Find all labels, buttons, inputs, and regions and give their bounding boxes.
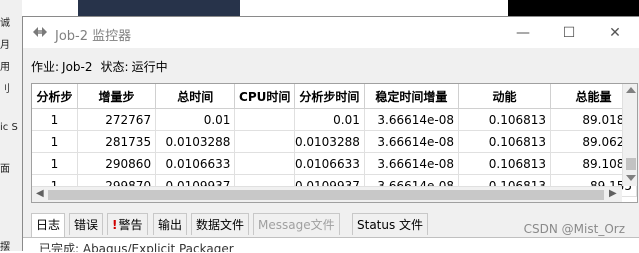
table-cell: 0.0103288	[155, 130, 236, 153]
tab-label: 输出	[158, 218, 183, 232]
watermark: CSDN @Mist_Orz	[523, 222, 625, 236]
job-status-line: 作业: Job-2 状态: 运行中	[31, 58, 171, 75]
job-label: 作业:	[31, 60, 60, 74]
table-cell: 272767	[77, 108, 157, 131]
tab-status-file[interactable]: Status 文件	[352, 213, 429, 235]
table-cell: 3.66614e-08	[364, 152, 460, 175]
tab-errors[interactable]: 错误	[69, 213, 104, 235]
tab-label: 警告	[118, 218, 143, 232]
horizontal-scrollbar[interactable]: ◀ ▶	[32, 186, 622, 202]
table-cell	[234, 130, 295, 153]
state-label: 状态:	[100, 60, 129, 74]
table-cell: 0.0106633	[294, 152, 365, 175]
table-cell: 3.66614e-08	[364, 130, 460, 153]
table-cell: 1	[32, 152, 78, 175]
close-icon: ✕	[609, 24, 621, 41]
scroll-up-icon[interactable]	[626, 87, 636, 93]
table-cell: 0.106813	[458, 152, 552, 175]
column-header[interactable]: 总时间	[155, 84, 236, 109]
job-monitor-window: Job-2 监控器 — ☐ ✕ 作业: Job-2 状态: 运行中 分析步 增量步 总…	[22, 16, 639, 252]
abaqus-app-icon	[33, 27, 47, 37]
maximize-icon: ☐	[562, 24, 576, 41]
tab-label: Message文件	[258, 218, 335, 232]
table-cell: 1	[32, 108, 78, 131]
log-text-area[interactable]: 已完成: Abaqus/Explicit Packager	[23, 238, 639, 252]
table-cell: 0.01	[155, 108, 236, 131]
title-bar[interactable]: Job-2 监控器 — ☐ ✕	[23, 17, 639, 48]
background-window-edge: 诚 月 用 刂 ic S 面 摆	[0, 0, 22, 253]
column-header[interactable]: 动能	[458, 84, 552, 109]
tab-message-file[interactable]: Message文件	[253, 213, 340, 235]
tab-warnings[interactable]: !警告	[107, 213, 148, 235]
table-cell	[234, 108, 295, 131]
state-value: 运行中	[131, 60, 168, 74]
tab-label: 数据文件	[196, 218, 245, 232]
progress-table: 分析步 增量步 总时间 CPU时间 分析步时间 稳定时间增量 动能 总能量 1 …	[31, 83, 638, 203]
tab-label: 错误	[74, 218, 99, 232]
close-button[interactable]: ✕	[592, 17, 638, 48]
scroll-down-icon[interactable]	[626, 175, 636, 181]
table-row: 1 281735 0.0103288 0.0103288 3.66614e-08…	[32, 130, 637, 153]
tab-output[interactable]: 输出	[153, 213, 188, 235]
vertical-scroll-thumb[interactable]	[626, 158, 636, 170]
tab-log[interactable]: 日志	[31, 213, 66, 237]
tab-label: Status 文件	[357, 218, 424, 232]
bg-fragment: 面	[0, 164, 10, 175]
minimize-icon: —	[516, 24, 530, 41]
bg-fragment: 月	[0, 40, 10, 51]
table-cell: 0.106813	[458, 130, 552, 153]
bg-fragment: 诚	[0, 18, 10, 29]
tab-label: 日志	[36, 218, 61, 232]
job-name: Job-2	[62, 60, 93, 74]
column-header[interactable]: 分析步	[32, 84, 78, 109]
log-line: 已完成: Abaqus/Explicit Packager	[39, 242, 234, 252]
bg-fragment: ic S	[0, 122, 18, 133]
warning-icon: !	[112, 218, 118, 232]
bg-fragment: 用	[0, 62, 10, 73]
tab-data-file[interactable]: 数据文件	[191, 213, 250, 235]
table-header-row: 分析步 增量步 总时间 CPU时间 分析步时间 稳定时间增量 动能 总能量	[32, 84, 637, 109]
table-row: 1 272767 0.01 0.01 3.66614e-08 0.106813 …	[32, 108, 637, 131]
table-cell: 1	[32, 130, 78, 153]
column-header[interactable]: 分析步时间	[294, 84, 365, 109]
window-title: Job-2 监控器	[55, 29, 132, 44]
table-cell: 281735	[77, 130, 157, 153]
table-row: 1 290860 0.0106633 0.0106633 3.66614e-08…	[32, 152, 637, 175]
bg-fragment: 刂	[0, 84, 10, 95]
scroll-right-icon[interactable]: ▶	[609, 188, 617, 199]
progress-table-body: 分析步 增量步 总时间 CPU时间 分析步时间 稳定时间增量 动能 总能量 1 …	[32, 84, 637, 197]
table-cell: 0.01	[294, 108, 365, 131]
scroll-left-icon[interactable]: ◀	[36, 188, 44, 199]
table-cell	[234, 152, 295, 175]
column-header[interactable]: CPU时间	[234, 84, 295, 109]
maximize-button[interactable]: ☐	[546, 17, 592, 48]
minimize-button[interactable]: —	[500, 17, 546, 48]
table-cell: 0.106813	[458, 108, 552, 131]
table-cell: 3.66614e-08	[364, 108, 460, 131]
table-cell: 0.0103288	[294, 130, 365, 153]
vertical-scrollbar[interactable]	[622, 84, 637, 186]
table-cell: 290860	[77, 152, 157, 175]
column-header[interactable]: 增量步	[77, 84, 157, 109]
column-header[interactable]: 稳定时间增量	[364, 84, 460, 109]
horizontal-scroll-thumb[interactable]	[48, 190, 604, 200]
table-cell: 0.0106633	[155, 152, 236, 175]
